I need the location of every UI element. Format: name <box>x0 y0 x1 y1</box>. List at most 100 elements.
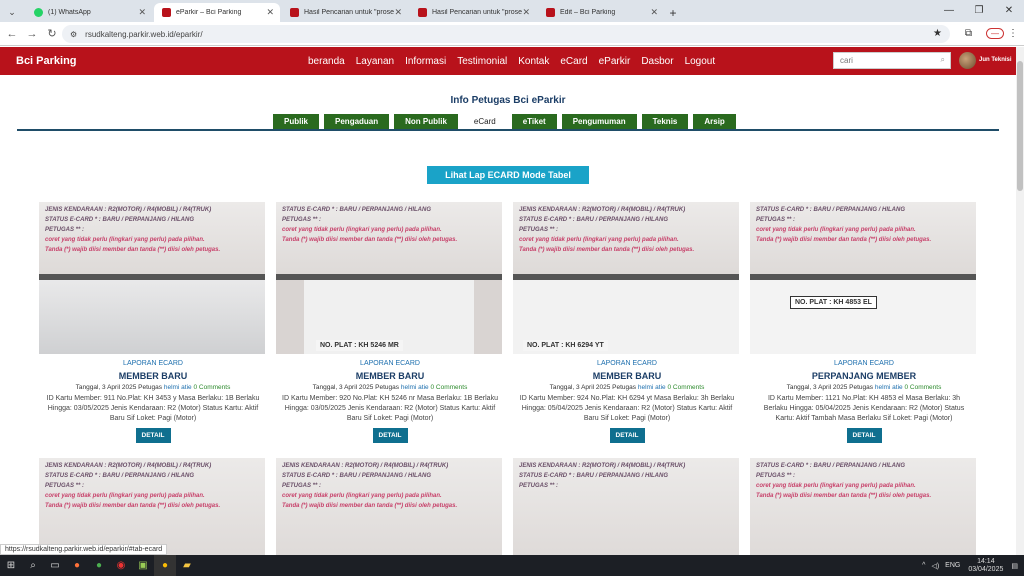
scrollbar-thumb[interactable] <box>1017 61 1023 191</box>
search-input[interactable]: cari ⌕ <box>833 52 951 69</box>
ecard-photo[interactable]: JENIS KENDARAAN : R2(MOTOR) / R4(MOBIL) … <box>513 458 739 558</box>
post-category[interactable]: LAPORAN ECARD <box>39 360 267 367</box>
close-icon[interactable]: ✕ <box>522 7 530 18</box>
post-title[interactable]: MEMBER BARU <box>513 371 741 381</box>
photo-text-line: Tanda (*) wajib diisi member dan tanda (… <box>756 493 932 499</box>
ecard-photo[interactable]: JENIS KENDARAAN : R2(MOTOR) / R4(MOBIL) … <box>513 202 739 354</box>
ecard-photo[interactable]: STATUS E-CARD * : BARU / PERPANJANG / HI… <box>750 458 976 558</box>
ecard-photo[interactable]: JENIS KENDARAAN : R2(MOTOR) / R4(MOBIL) … <box>276 458 502 558</box>
browser-tab-edit[interactable]: Edit – Bci Parking ✕ <box>538 3 664 22</box>
close-window-icon[interactable]: ✕ <box>994 0 1024 20</box>
menu-dasbor[interactable]: Dasbor <box>641 56 673 67</box>
menu-testimonial[interactable]: Testimonial <box>457 56 507 67</box>
detail-button[interactable]: DETAIL <box>135 428 171 443</box>
tab-pengaduan[interactable]: Pengaduan <box>324 114 390 129</box>
site-info-icon[interactable]: ⚙ <box>70 30 77 39</box>
close-icon[interactable]: ✕ <box>266 7 274 18</box>
post-title[interactable]: MEMBER BARU <box>276 371 504 381</box>
close-icon[interactable]: ✕ <box>650 7 658 18</box>
search-icon[interactable]: ⌕ <box>941 55 945 65</box>
back-icon[interactable]: ← <box>2 28 22 40</box>
url-field[interactable]: ⚙ rsudkalteng.parkir.web.id/eparkir/ <box>62 25 950 43</box>
profile-icon[interactable]: — <box>986 28 1004 39</box>
menu-logout[interactable]: Logout <box>685 56 716 67</box>
avatar[interactable] <box>959 52 976 69</box>
browser-tab-eparkir[interactable]: eParkir – Bci Parking ✕ <box>154 3 280 22</box>
ecard-photo[interactable]: JENIS KENDARAAN : R2(MOTOR) / R4(MOBIL) … <box>39 458 265 558</box>
post-category[interactable]: LAPORAN ECARD <box>276 360 504 367</box>
tab-publik[interactable]: Publik <box>273 114 320 129</box>
close-icon[interactable]: ✕ <box>138 7 146 18</box>
task-view-icon[interactable]: ▭ <box>44 555 66 576</box>
menu-beranda[interactable]: beranda <box>308 56 345 67</box>
photo-text-line: Tanda (*) wajib diisi member dan tanda (… <box>282 503 458 509</box>
ecard-photo[interactable]: JENIS KENDARAAN : R2(MOTOR) / R4(MOBIL) … <box>39 202 265 354</box>
address-bar-row: ← → ↻ ⚙ rsudkalteng.parkir.web.id/eparki… <box>0 22 1024 46</box>
browser-tab-search-2[interactable]: Hasil Pencarian untuk "prosedu ✕ <box>410 3 536 22</box>
browser-tab-search-1[interactable]: Hasil Pencarian untuk "prosedu ✕ <box>282 3 408 22</box>
search-icon[interactable]: ⌕ <box>22 555 44 576</box>
lihat-lap-ecard-button[interactable]: Lihat Lap ECARD Mode Tabel <box>427 166 589 184</box>
user-name[interactable]: Jun Teknisi <box>979 57 1012 63</box>
post-comments[interactable]: 0 Comments <box>667 384 704 391</box>
site-brand[interactable]: Bci Parking <box>16 55 77 67</box>
photo-text-line: PETUGAS ** : <box>45 483 85 489</box>
ecard-photo[interactable]: STATUS E-CARD * : BARU / PERPANJANG / HI… <box>750 202 976 354</box>
tab-non-publik[interactable]: Non Publik <box>394 114 458 129</box>
detail-button[interactable]: DETAIL <box>609 428 645 443</box>
site-favicon-icon <box>290 8 299 17</box>
language-indicator[interactable]: ENG <box>945 562 960 569</box>
opera-icon[interactable]: ◉ <box>110 555 132 576</box>
tab-etiket[interactable]: eTiket <box>511 114 557 129</box>
file-explorer-icon[interactable]: ▰ <box>176 555 198 576</box>
menu-dots-icon[interactable]: ⋮ <box>1008 28 1018 39</box>
tab-ecard[interactable]: eCard <box>462 114 507 129</box>
app-icon[interactable]: ▣ <box>132 555 154 576</box>
post-author[interactable]: helmi atie <box>401 384 429 391</box>
post-title[interactable]: MEMBER BARU <box>39 371 267 381</box>
post-title[interactable]: PERPANJANG MEMBER <box>750 371 978 381</box>
menu-eparkir[interactable]: eParkir <box>599 56 631 67</box>
forward-icon[interactable]: → <box>22 28 42 40</box>
detail-button[interactable]: DETAIL <box>372 428 408 443</box>
photo-text-line: coret yang tidak perlu (lingkari yang pe… <box>519 237 679 243</box>
menu-layanan[interactable]: Layanan <box>356 56 394 67</box>
post-comments[interactable]: 0 Comments <box>904 384 941 391</box>
volume-icon[interactable]: ◁) <box>931 562 939 570</box>
page-scrollbar[interactable] <box>1016 47 1024 555</box>
chrome-icon[interactable]: ● <box>88 555 110 576</box>
post-author[interactable]: helmi atie <box>875 384 903 391</box>
photo-text-line: Tanda (*) wajib diisi member dan tanda (… <box>45 247 221 253</box>
clock[interactable]: 14:14 03/04/2025 <box>968 558 1003 574</box>
new-tab-button[interactable]: + <box>664 3 682 22</box>
menu-informasi[interactable]: Informasi <box>405 56 446 67</box>
post-author[interactable]: helmi atie <box>638 384 666 391</box>
close-icon[interactable]: ✕ <box>394 7 402 18</box>
firefox-icon[interactable]: ● <box>66 555 88 576</box>
minimize-icon[interactable]: — <box>934 0 964 20</box>
extensions-icon[interactable]: ⧉ <box>965 28 972 39</box>
notification-icon[interactable]: ▤ <box>1011 562 1018 570</box>
post-category[interactable]: LAPORAN ECARD <box>750 360 978 367</box>
windows-start-icon[interactable]: ⊞ <box>0 555 22 576</box>
detail-button[interactable]: DETAIL <box>846 428 882 443</box>
tab-teknis[interactable]: Teknis <box>641 114 689 129</box>
bookmark-star-icon[interactable]: ★ <box>933 28 942 39</box>
menu-ecard[interactable]: eCard <box>560 56 587 67</box>
tray-chevron-icon[interactable]: ^ <box>922 562 925 569</box>
post-petugas-label: Petugas <box>138 384 163 391</box>
menu-kontak[interactable]: Kontak <box>518 56 549 67</box>
reload-icon[interactable]: ↻ <box>42 27 62 40</box>
post-comments[interactable]: 0 Comments <box>430 384 467 391</box>
tab-arsip[interactable]: Arsip <box>693 114 736 129</box>
ecard-photo[interactable]: STATUS E-CARD * : BARU / PERPANJANG / HI… <box>276 202 502 354</box>
tab-title: Hasil Pencarian untuk "prosedu <box>432 9 522 16</box>
tab-search-button[interactable]: ⌄ <box>0 3 24 22</box>
post-category[interactable]: LAPORAN ECARD <box>513 360 741 367</box>
tab-pengumuman[interactable]: Pengumuman <box>561 114 637 129</box>
chrome-active-icon[interactable]: ● <box>154 555 176 576</box>
maximize-icon[interactable]: ❐ <box>964 0 994 20</box>
post-comments[interactable]: 0 Comments <box>193 384 230 391</box>
browser-tab-whatsapp[interactable]: (1) WhatsApp ✕ <box>26 3 152 22</box>
post-author[interactable]: helmi atie <box>164 384 192 391</box>
